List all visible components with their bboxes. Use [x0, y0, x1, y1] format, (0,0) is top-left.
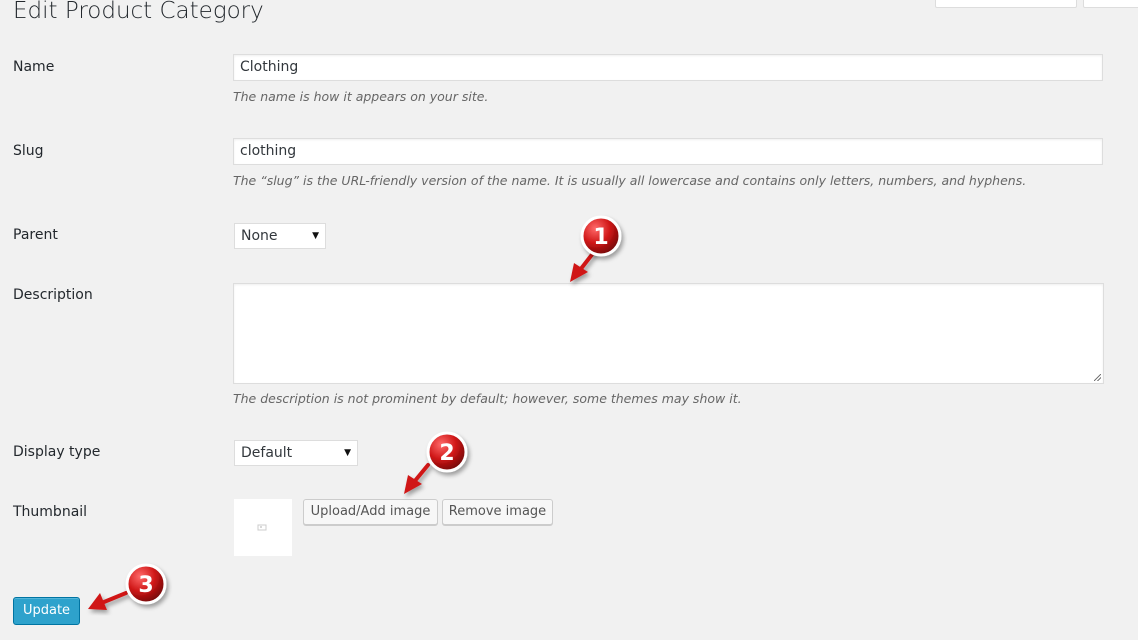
annotation-overlay: 1 2 3 — [88, 215, 622, 610]
annotation-marker-3: 3 — [125, 563, 167, 605]
annotation-marker-3-number: 3 — [138, 573, 153, 598]
annotation-marker-1: 1 — [580, 215, 622, 257]
annotation-marker-1-number: 1 — [593, 225, 608, 250]
annotation-marker-2-number: 2 — [439, 441, 454, 466]
annotation-arrow-3 — [88, 591, 128, 610]
annotation-marker-2: 2 — [426, 431, 468, 473]
annotation-arrow-1 — [570, 250, 596, 282]
annotation-arrow-2 — [404, 463, 430, 494]
